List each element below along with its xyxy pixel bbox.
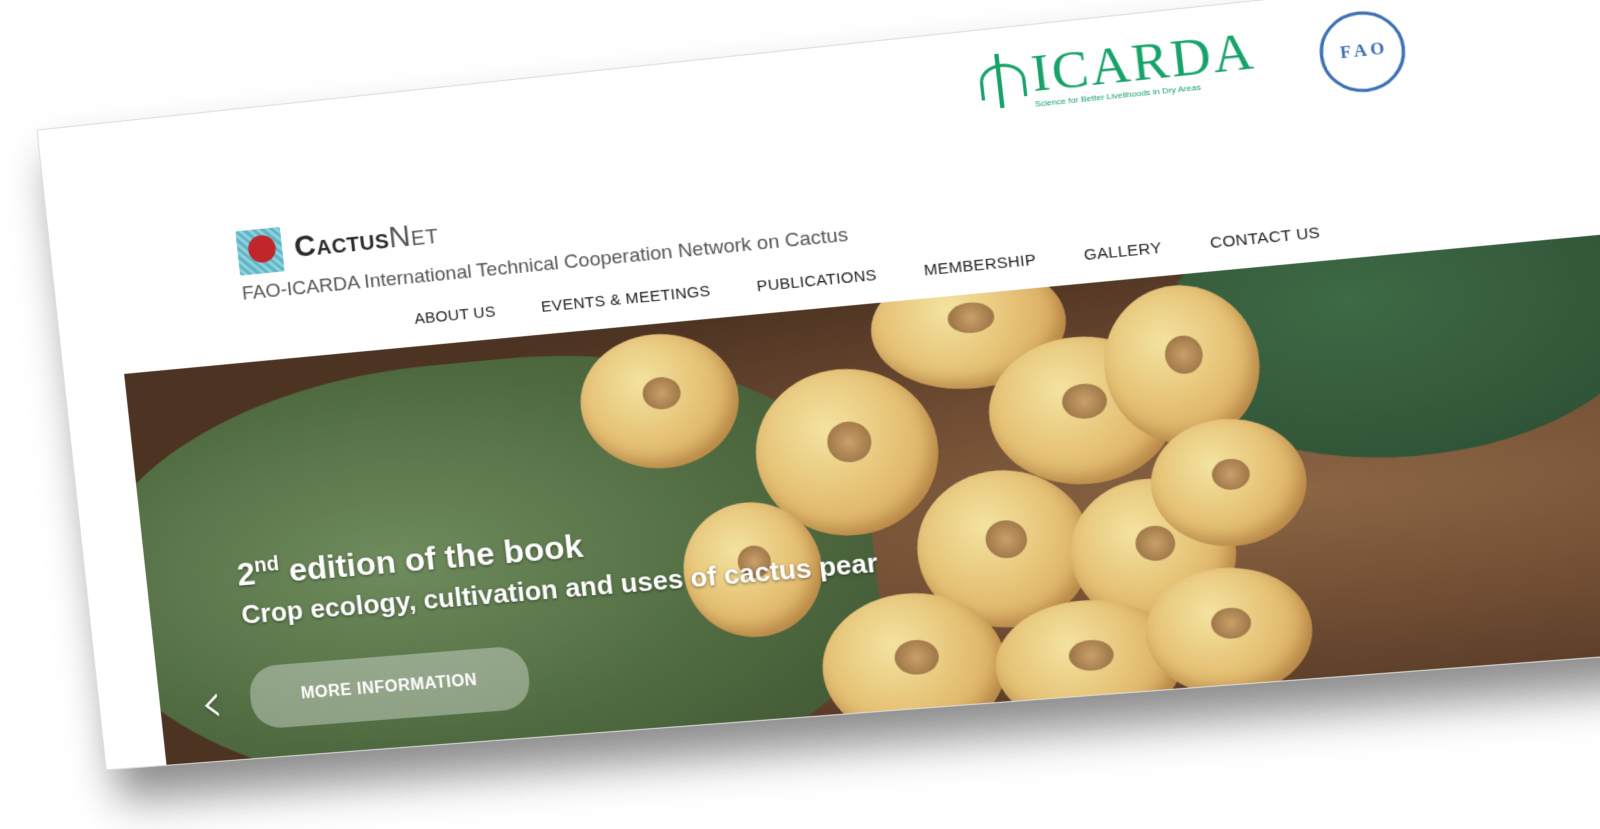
nav-about-us[interactable]: ABOUT US bbox=[414, 303, 497, 328]
chevron-right-icon[interactable]: › bbox=[1594, 406, 1600, 478]
site-name: CactusNet bbox=[292, 216, 440, 264]
cactus-logo-icon bbox=[235, 226, 285, 276]
fao-letters: F A O bbox=[1339, 39, 1386, 63]
nav-events-meetings[interactable]: EVENTS & MEETINGS bbox=[540, 282, 711, 316]
nav-contact-us[interactable]: CONTACT US bbox=[1209, 224, 1321, 252]
nav-gallery[interactable]: GALLERY bbox=[1083, 239, 1163, 264]
hero-slider: 2nd edition of the book Crop ecology, cu… bbox=[124, 232, 1600, 765]
nav-publications[interactable]: PUBLICATIONS bbox=[756, 266, 878, 295]
fao-logo[interactable]: F A O bbox=[1315, 7, 1410, 97]
nav-membership[interactable]: MEMBERSHIP bbox=[923, 251, 1037, 279]
icarda-logo[interactable]: ICARDA Science for Better Livelihoods in… bbox=[970, 20, 1259, 115]
website-screenshot-card: ICARDA Science for Better Livelihoods in… bbox=[36, 0, 1600, 771]
site-brand[interactable]: CactusNet bbox=[235, 211, 440, 276]
wheat-plant-icon bbox=[970, 47, 1029, 115]
